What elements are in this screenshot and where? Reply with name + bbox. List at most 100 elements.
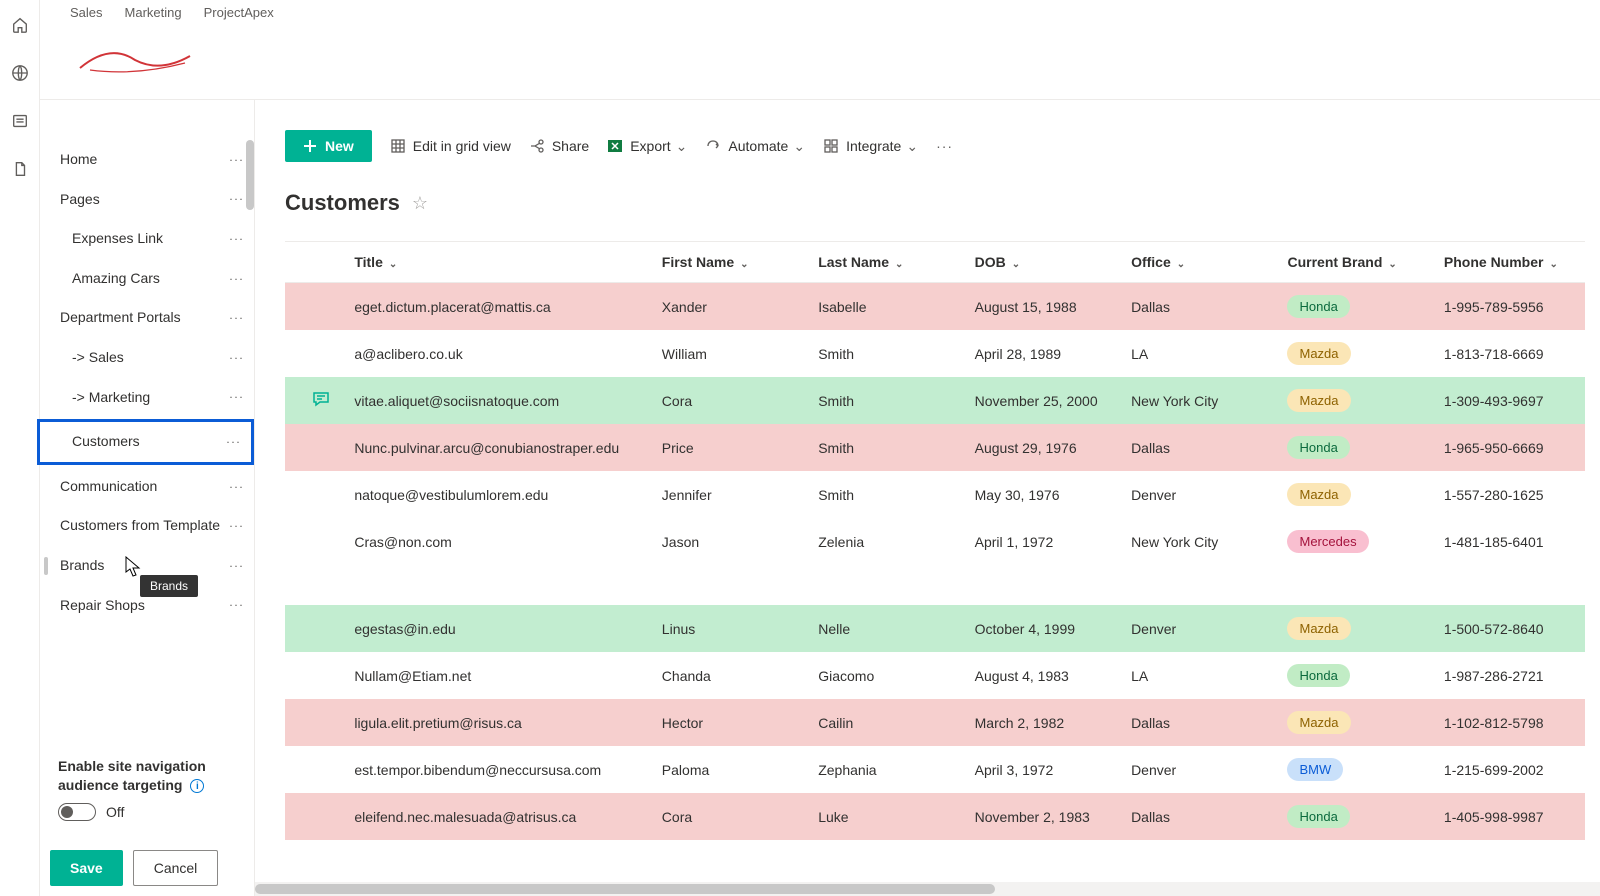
cell-brand: Mercedes	[1277, 518, 1433, 565]
customers-table: Title⌄ First Name⌄ Last Name⌄ DOB⌄ Offic…	[285, 241, 1600, 840]
more-icon[interactable]: ···	[229, 597, 244, 614]
nav-sales[interactable]: -> Sales···	[40, 338, 254, 378]
nav-communication[interactable]: Communication···	[40, 467, 254, 507]
more-icon[interactable]: ···	[229, 478, 244, 495]
cell-last: Cailin	[808, 699, 964, 746]
more-icon[interactable]: ···	[226, 434, 241, 451]
cell-first: Price	[652, 424, 808, 471]
col-office[interactable]: Office⌄	[1121, 242, 1277, 283]
cell-dob: November 25, 2000	[965, 377, 1121, 424]
more-button[interactable]: ···	[936, 138, 953, 154]
nav-department-portals[interactable]: Department Portals···	[40, 298, 254, 338]
col-first-name[interactable]: First Name⌄	[652, 242, 808, 283]
table-row[interactable]: eleifend.nec.malesuada@atrisus.caCoraLuk…	[285, 793, 1585, 840]
audience-targeting-toggle[interactable]	[58, 803, 96, 821]
brand-badge: Mercedes	[1287, 530, 1368, 553]
cell-phone: 1-309-493-9697	[1434, 377, 1585, 424]
hub-tab[interactable]: Sales	[70, 5, 103, 20]
table-row[interactable]: est.tempor.bibendum@neccursusa.comPaloma…	[285, 746, 1585, 793]
col-dob[interactable]: DOB⌄	[965, 242, 1121, 283]
nav-amazing-cars[interactable]: Amazing Cars···	[40, 259, 254, 299]
cell-first: Cora	[652, 793, 808, 840]
cell-dob: August 4, 1983	[965, 652, 1121, 699]
cell-title: ligula.elit.pretium@risus.ca	[344, 699, 651, 746]
table-row[interactable]: Nullam@Etiam.netChandaGiacomoAugust 4, 1…	[285, 652, 1585, 699]
toggle-label: Off	[106, 804, 124, 820]
table-row[interactable]: ligula.elit.pretium@risus.caHectorCailin…	[285, 699, 1585, 746]
more-icon[interactable]: ···	[229, 151, 244, 168]
comment-icon	[312, 391, 330, 407]
cell-office: Dallas	[1121, 283, 1277, 331]
hub-tab[interactable]: Marketing	[125, 5, 182, 20]
nav-expenses-link[interactable]: Expenses Link···	[40, 219, 254, 259]
chevron-down-icon: ⌄	[1177, 259, 1185, 270]
cell-office: Denver	[1121, 605, 1277, 652]
cell-dob: November 2, 1983	[965, 793, 1121, 840]
cell-phone: 1-557-280-1625	[1434, 471, 1585, 518]
table-row[interactable]: Nunc.pulvinar.arcu@conubianostraper.eduP…	[285, 424, 1585, 471]
table-row[interactable]: a@aclibero.co.ukWilliamSmithApril 28, 19…	[285, 330, 1585, 377]
chevron-down-icon: ⌄	[740, 259, 748, 270]
audience-targeting-title: Enable site navigation audience targetin…	[58, 757, 226, 795]
command-bar: New Edit in grid view Share Export⌄ Auto…	[255, 100, 1600, 180]
table-row[interactable]: eget.dictum.placerat@mattis.caXanderIsab…	[285, 283, 1585, 331]
col-phone[interactable]: Phone Number⌄	[1434, 242, 1585, 283]
col-title[interactable]: Title⌄	[344, 242, 651, 283]
news-icon[interactable]	[10, 111, 30, 131]
nav-customers-template[interactable]: Customers from Template···	[40, 506, 254, 546]
cell-title: vitae.aliquet@sociisnatoque.com	[344, 377, 651, 424]
cell-title: egestas@in.edu	[344, 605, 651, 652]
cancel-button[interactable]: Cancel	[133, 850, 219, 886]
globe-icon[interactable]	[10, 63, 30, 83]
integrate-icon	[823, 138, 839, 154]
hub-tab[interactable]: ProjectApex	[204, 5, 274, 20]
more-icon[interactable]: ···	[229, 231, 244, 248]
more-icon[interactable]: ···	[229, 270, 244, 287]
col-brand[interactable]: Current Brand⌄	[1277, 242, 1433, 283]
chevron-down-icon: ⌄	[1388, 259, 1396, 270]
save-button[interactable]: Save	[50, 850, 123, 886]
files-icon[interactable]	[10, 159, 30, 179]
nav-pages[interactable]: Pages···	[40, 180, 254, 220]
cell-last: Isabelle	[808, 283, 964, 331]
table-row[interactable]: egestas@in.eduLinusNelleOctober 4, 1999D…	[285, 605, 1585, 652]
cell-office: Dallas	[1121, 699, 1277, 746]
cell-last: Giacomo	[808, 652, 964, 699]
more-icon[interactable]: ···	[229, 389, 244, 406]
tooltip: Brands	[140, 575, 198, 597]
more-icon[interactable]: ···	[229, 310, 244, 327]
table-row[interactable]: vitae.aliquet@sociisnatoque.comCoraSmith…	[285, 377, 1585, 424]
site-logo[interactable]	[70, 30, 200, 85]
brand-badge: Honda	[1287, 805, 1349, 828]
share-button[interactable]: Share	[529, 138, 589, 154]
horizontal-scrollbar[interactable]	[255, 882, 1600, 896]
more-icon[interactable]: ···	[229, 349, 244, 366]
table-row[interactable]: Cras@non.comJasonZeleniaApril 1, 1972New…	[285, 518, 1585, 565]
more-icon[interactable]: ···	[229, 191, 244, 208]
more-icon[interactable]: ···	[229, 518, 244, 535]
col-last-name[interactable]: Last Name⌄	[808, 242, 964, 283]
brand-badge: Mazda	[1287, 342, 1350, 365]
nav-marketing[interactable]: -> Marketing···	[40, 378, 254, 418]
edit-grid-button[interactable]: Edit in grid view	[390, 138, 511, 154]
cell-title: eleifend.nec.malesuada@atrisus.ca	[344, 793, 651, 840]
cell-last: Smith	[808, 377, 964, 424]
cell-phone: 1-813-718-6669	[1434, 330, 1585, 377]
cell-phone: 1-405-998-9987	[1434, 793, 1585, 840]
more-icon[interactable]: ···	[229, 557, 244, 574]
export-button[interactable]: Export⌄	[607, 138, 687, 155]
home-icon[interactable]	[10, 15, 30, 35]
nav-home[interactable]: Home···	[40, 140, 254, 180]
favorite-star-icon[interactable]: ☆	[412, 193, 428, 214]
integrate-button[interactable]: Integrate⌄	[823, 138, 918, 155]
new-button[interactable]: New	[285, 130, 372, 162]
automate-button[interactable]: Automate⌄	[705, 138, 805, 155]
nav-customers[interactable]: Customers···	[37, 419, 254, 465]
cell-office: Denver	[1121, 746, 1277, 793]
share-icon	[529, 138, 545, 154]
cell-dob: March 2, 1982	[965, 699, 1121, 746]
table-row[interactable]: natoque@vestibulumlorem.eduJenniferSmith…	[285, 471, 1585, 518]
info-icon[interactable]: i	[190, 779, 204, 793]
cell-office: Denver	[1121, 471, 1277, 518]
cell-dob: April 28, 1989	[965, 330, 1121, 377]
